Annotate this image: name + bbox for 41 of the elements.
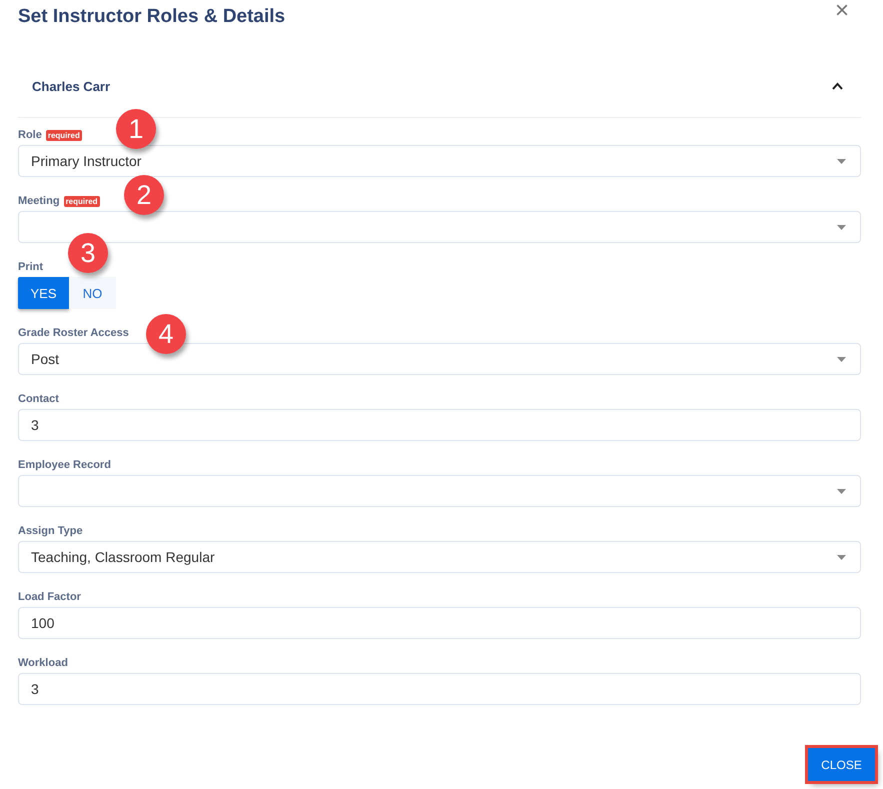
field-label: Grade Roster Access (18, 327, 129, 339)
field-label: Workload (18, 657, 68, 669)
close-icon[interactable]: × (834, 0, 849, 22)
field-label: Role (18, 129, 42, 141)
field-label: Assign Type (18, 525, 83, 537)
toggle-option[interactable]: NO (69, 277, 116, 309)
input-field[interactable]: 3 (18, 409, 861, 441)
callout-marker: 2 (124, 175, 164, 215)
required-tag: required (46, 130, 82, 140)
input-field[interactable]: 100 (18, 607, 861, 639)
select-field[interactable]: Post (18, 343, 861, 375)
select-field[interactable]: Primary Instructor (18, 145, 861, 177)
select-value: Primary Instructor (31, 153, 142, 169)
dropdown-arrow-icon (837, 554, 846, 560)
section-title: Charles Carr (32, 78, 110, 94)
dropdown-arrow-icon (837, 488, 846, 494)
required-tag: required (64, 196, 100, 206)
field-label: Contact (18, 393, 59, 405)
dropdown-arrow-icon (837, 224, 846, 230)
field-label: Print (18, 261, 44, 273)
callout-marker: 1 (116, 109, 156, 149)
input-value: 100 (31, 615, 54, 631)
toggle-option[interactable]: YES (18, 277, 69, 309)
input-value: 3 (31, 417, 39, 433)
dialog-title: Set Instructor Roles & Details (18, 6, 286, 28)
field-label: Employee Record (18, 459, 111, 471)
caret-icon (832, 82, 843, 90)
select-field[interactable] (18, 211, 861, 243)
callout-marker: 4 (146, 314, 186, 354)
dropdown-arrow-icon (837, 158, 846, 164)
select-field[interactable]: Teaching, Classroom Regular (18, 541, 861, 573)
field-label: Load Factor (18, 591, 81, 603)
select-value: Post (31, 351, 60, 367)
callout-marker: 3 (68, 233, 108, 273)
close-button[interactable]: CLOSE (808, 748, 875, 781)
select-value: Teaching, Classroom Regular (31, 549, 215, 565)
field-label: Meeting (18, 195, 60, 207)
input-value: 3 (31, 681, 39, 697)
input-field[interactable]: 3 (18, 673, 861, 705)
dropdown-arrow-icon (837, 356, 846, 362)
select-field[interactable] (18, 475, 861, 507)
